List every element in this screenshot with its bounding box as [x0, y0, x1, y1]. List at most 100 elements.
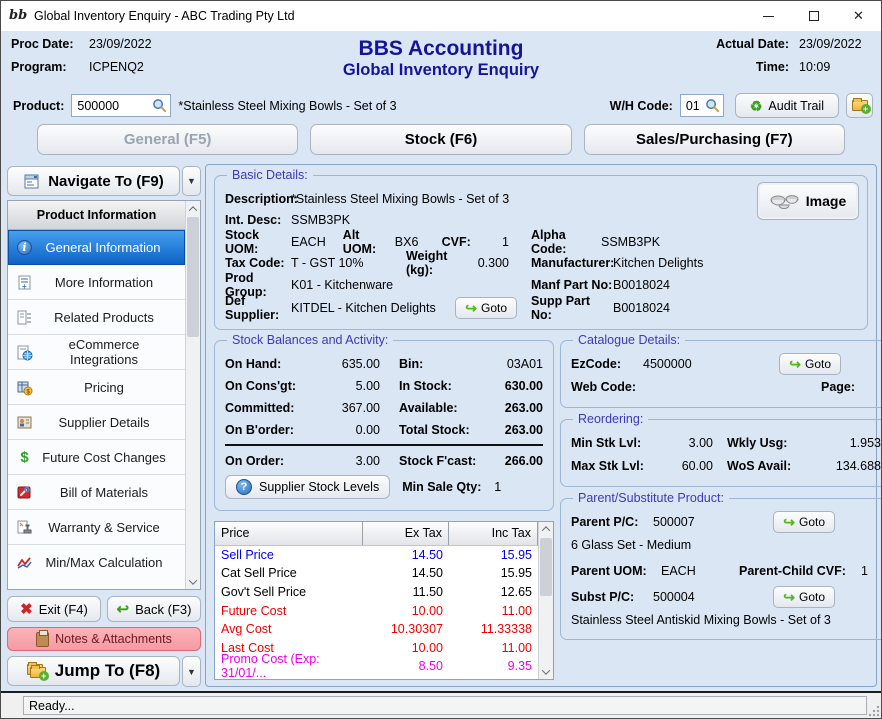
bin-label: Bin:	[399, 357, 491, 371]
search-icon[interactable]	[705, 98, 720, 113]
table-row[interactable]: Cat Sell Price14.5015.95	[215, 564, 538, 583]
proc-date-label: Proc Date:	[11, 37, 89, 51]
table-row[interactable]: Sell Price14.5015.95	[215, 546, 538, 565]
table-row[interactable]: Promo Cost (Exp: 31/01/...8.509.35	[215, 657, 538, 676]
tab-strip: General (F5) Stock (F6) Sales/Purchasing…	[1, 122, 881, 160]
sidebar-item-future-cost-changes[interactable]: $ Future Cost Changes	[8, 440, 185, 475]
manufacturer-label: Manufacturer:	[531, 256, 613, 270]
product-input[interactable]: 500000	[71, 94, 171, 117]
subst-pc-label: Subst P/C:	[571, 590, 653, 604]
table-row[interactable]: Gov't Sell Price11.5012.65	[215, 583, 538, 602]
goto-supplier-button[interactable]: ↪ Goto	[455, 297, 517, 319]
column-header-ex-tax[interactable]: Ex Tax	[363, 522, 449, 545]
sidebar-item-general-information[interactable]: i General Information	[8, 230, 185, 265]
page-title: Global Inventory Enquiry	[246, 61, 636, 80]
search-icon[interactable]	[152, 98, 167, 113]
exit-button[interactable]: ✖ Exit (F4)	[7, 596, 101, 622]
alt-uom-label: Alt UOM:	[343, 228, 395, 256]
tab-general: General (F5)	[37, 124, 298, 155]
def-supplier-value: KITDEL - Kitchen Delights	[291, 301, 455, 315]
supplier-stock-levels-button[interactable]: ? Supplier Stock Levels	[225, 475, 390, 499]
sidebar-item-bill-of-materials[interactable]: Bill of Materials	[8, 475, 185, 510]
price-table-scrollbar[interactable]	[538, 522, 553, 680]
app-title: BBS Accounting	[246, 37, 636, 61]
navigation-list: Product Information i General Informatio…	[7, 200, 201, 590]
tab-sales-purchasing[interactable]: Sales/Purchasing (F7)	[584, 124, 845, 155]
sidebar-item-minmax-calculation[interactable]: Min/Max Calculation	[8, 545, 185, 580]
cvf-value: 1	[476, 235, 509, 249]
navigate-to-dropdown[interactable]: ▼	[182, 166, 201, 196]
back-arrow-icon: ↩	[117, 600, 130, 618]
tax-code-value: T - GST 10%	[291, 256, 406, 270]
new-attachment-button[interactable]	[846, 93, 873, 118]
scrollbar-thumb[interactable]	[187, 217, 199, 337]
divider	[225, 444, 543, 446]
alpha-code-value: SSMB3PK	[601, 235, 660, 249]
info-icon: i	[17, 240, 32, 255]
resize-grip[interactable]	[868, 705, 880, 717]
image-button[interactable]: Image	[757, 182, 859, 220]
chevron-down-icon: ▼	[187, 176, 196, 186]
close-button[interactable]: ✕	[836, 1, 881, 31]
price-table: Price Ex Tax Inc Tax Sell Price14.5015.9…	[214, 521, 554, 681]
reordering-group: Reordering: Min Stk Lvl: 3.00 Wkly Usg: …	[560, 419, 882, 487]
max-stk-value: 60.00	[653, 459, 713, 473]
notes-attachments-button[interactable]: Notes & Attachments	[7, 627, 201, 651]
stock-fcast-label: Stock F'cast:	[399, 454, 491, 468]
sidebar-item-supplier-details[interactable]: Supplier Details	[8, 405, 185, 440]
scrollbar-thumb[interactable]	[540, 538, 552, 596]
sidebar-item-related-products[interactable]: Related Products	[8, 300, 185, 335]
substitute-description: Stainless Steel Antiskid Mixing Bowls - …	[571, 609, 881, 631]
parent-uom-label: Parent UOM:	[571, 564, 661, 578]
int-desc-label: Int. Desc:	[225, 213, 291, 227]
scroll-down-icon[interactable]	[186, 574, 200, 589]
sidebar-item-more-information[interactable]: + More Information	[8, 265, 185, 300]
ezcode-label: EzCode:	[571, 357, 643, 371]
product-bar: Product: 500000 *Stainless Steel Mixing …	[1, 89, 881, 122]
audit-trail-button[interactable]: ♻ Audit Trail	[735, 93, 839, 118]
group-title: Catalogue Details:	[573, 333, 685, 347]
parent-child-cvf-value: 1	[861, 564, 868, 578]
scroll-down-icon[interactable]	[539, 664, 553, 679]
min-sale-label: Min Sale Qty:	[402, 480, 494, 494]
jump-to-dropdown[interactable]: ▼	[182, 656, 201, 687]
total-stock-value: 263.00	[491, 423, 543, 437]
goto-substitute-button[interactable]: ↪ Goto	[773, 586, 835, 608]
sidebar-item-warranty-service[interactable]: Warranty & Service	[8, 510, 185, 545]
product-label: Product:	[13, 99, 64, 113]
back-button[interactable]: ↩ Back (F3)	[107, 596, 201, 622]
app-logo-icon: bb	[9, 7, 27, 25]
column-header-inc-tax[interactable]: Inc Tax	[449, 522, 538, 545]
wh-code-input[interactable]: 01	[680, 94, 724, 117]
max-stk-label: Max Stk Lvl:	[571, 459, 653, 473]
maximize-button[interactable]	[791, 1, 836, 31]
recycle-icon: ♻	[750, 99, 763, 113]
folder-plus-icon	[852, 100, 868, 111]
sidebar-item-pricing[interactable]: $ Pricing	[8, 370, 185, 405]
sidebar-scrollbar[interactable]	[185, 201, 200, 589]
goto-parent-button[interactable]: ↪ Goto	[773, 511, 835, 533]
bowls-thumbnail-icon	[770, 192, 800, 210]
jump-to-button[interactable]: Jump To (F8)	[7, 656, 180, 686]
pricing-icon: $	[16, 379, 33, 396]
ecommerce-icon	[16, 344, 33, 361]
table-row[interactable]: Avg Cost10.3030711.33338	[215, 620, 538, 639]
app-window: bb Global Inventory Enquiry - ABC Tradin…	[0, 0, 882, 719]
scroll-up-icon[interactable]	[539, 522, 553, 537]
navigate-to-button[interactable]: Navigate To (F9)	[7, 166, 180, 196]
available-value: 263.00	[491, 401, 543, 415]
parent-uom-value: EACH	[661, 564, 739, 578]
minimize-button[interactable]	[746, 1, 791, 31]
goto-catalogue-button[interactable]: ↪ Goto	[779, 353, 841, 375]
tax-code-label: Tax Code:	[225, 256, 291, 270]
sidebar-item-ecommerce-integrations[interactable]: eCommerce Integrations	[8, 335, 185, 370]
main-panel: Basic Details: Image Description: *Stain…	[205, 164, 877, 687]
table-row[interactable]: Future Cost10.0011.00	[215, 601, 538, 620]
price-table-header: Price Ex Tax Inc Tax	[215, 522, 538, 546]
tab-stock[interactable]: Stock (F6)	[310, 124, 571, 155]
parent-pc-label: Parent P/C:	[571, 515, 653, 529]
alt-uom-value: BX6	[395, 235, 442, 249]
scroll-up-icon[interactable]	[186, 201, 200, 216]
ezcode-value: 4500000	[643, 357, 763, 371]
column-header-price[interactable]: Price	[215, 522, 363, 545]
